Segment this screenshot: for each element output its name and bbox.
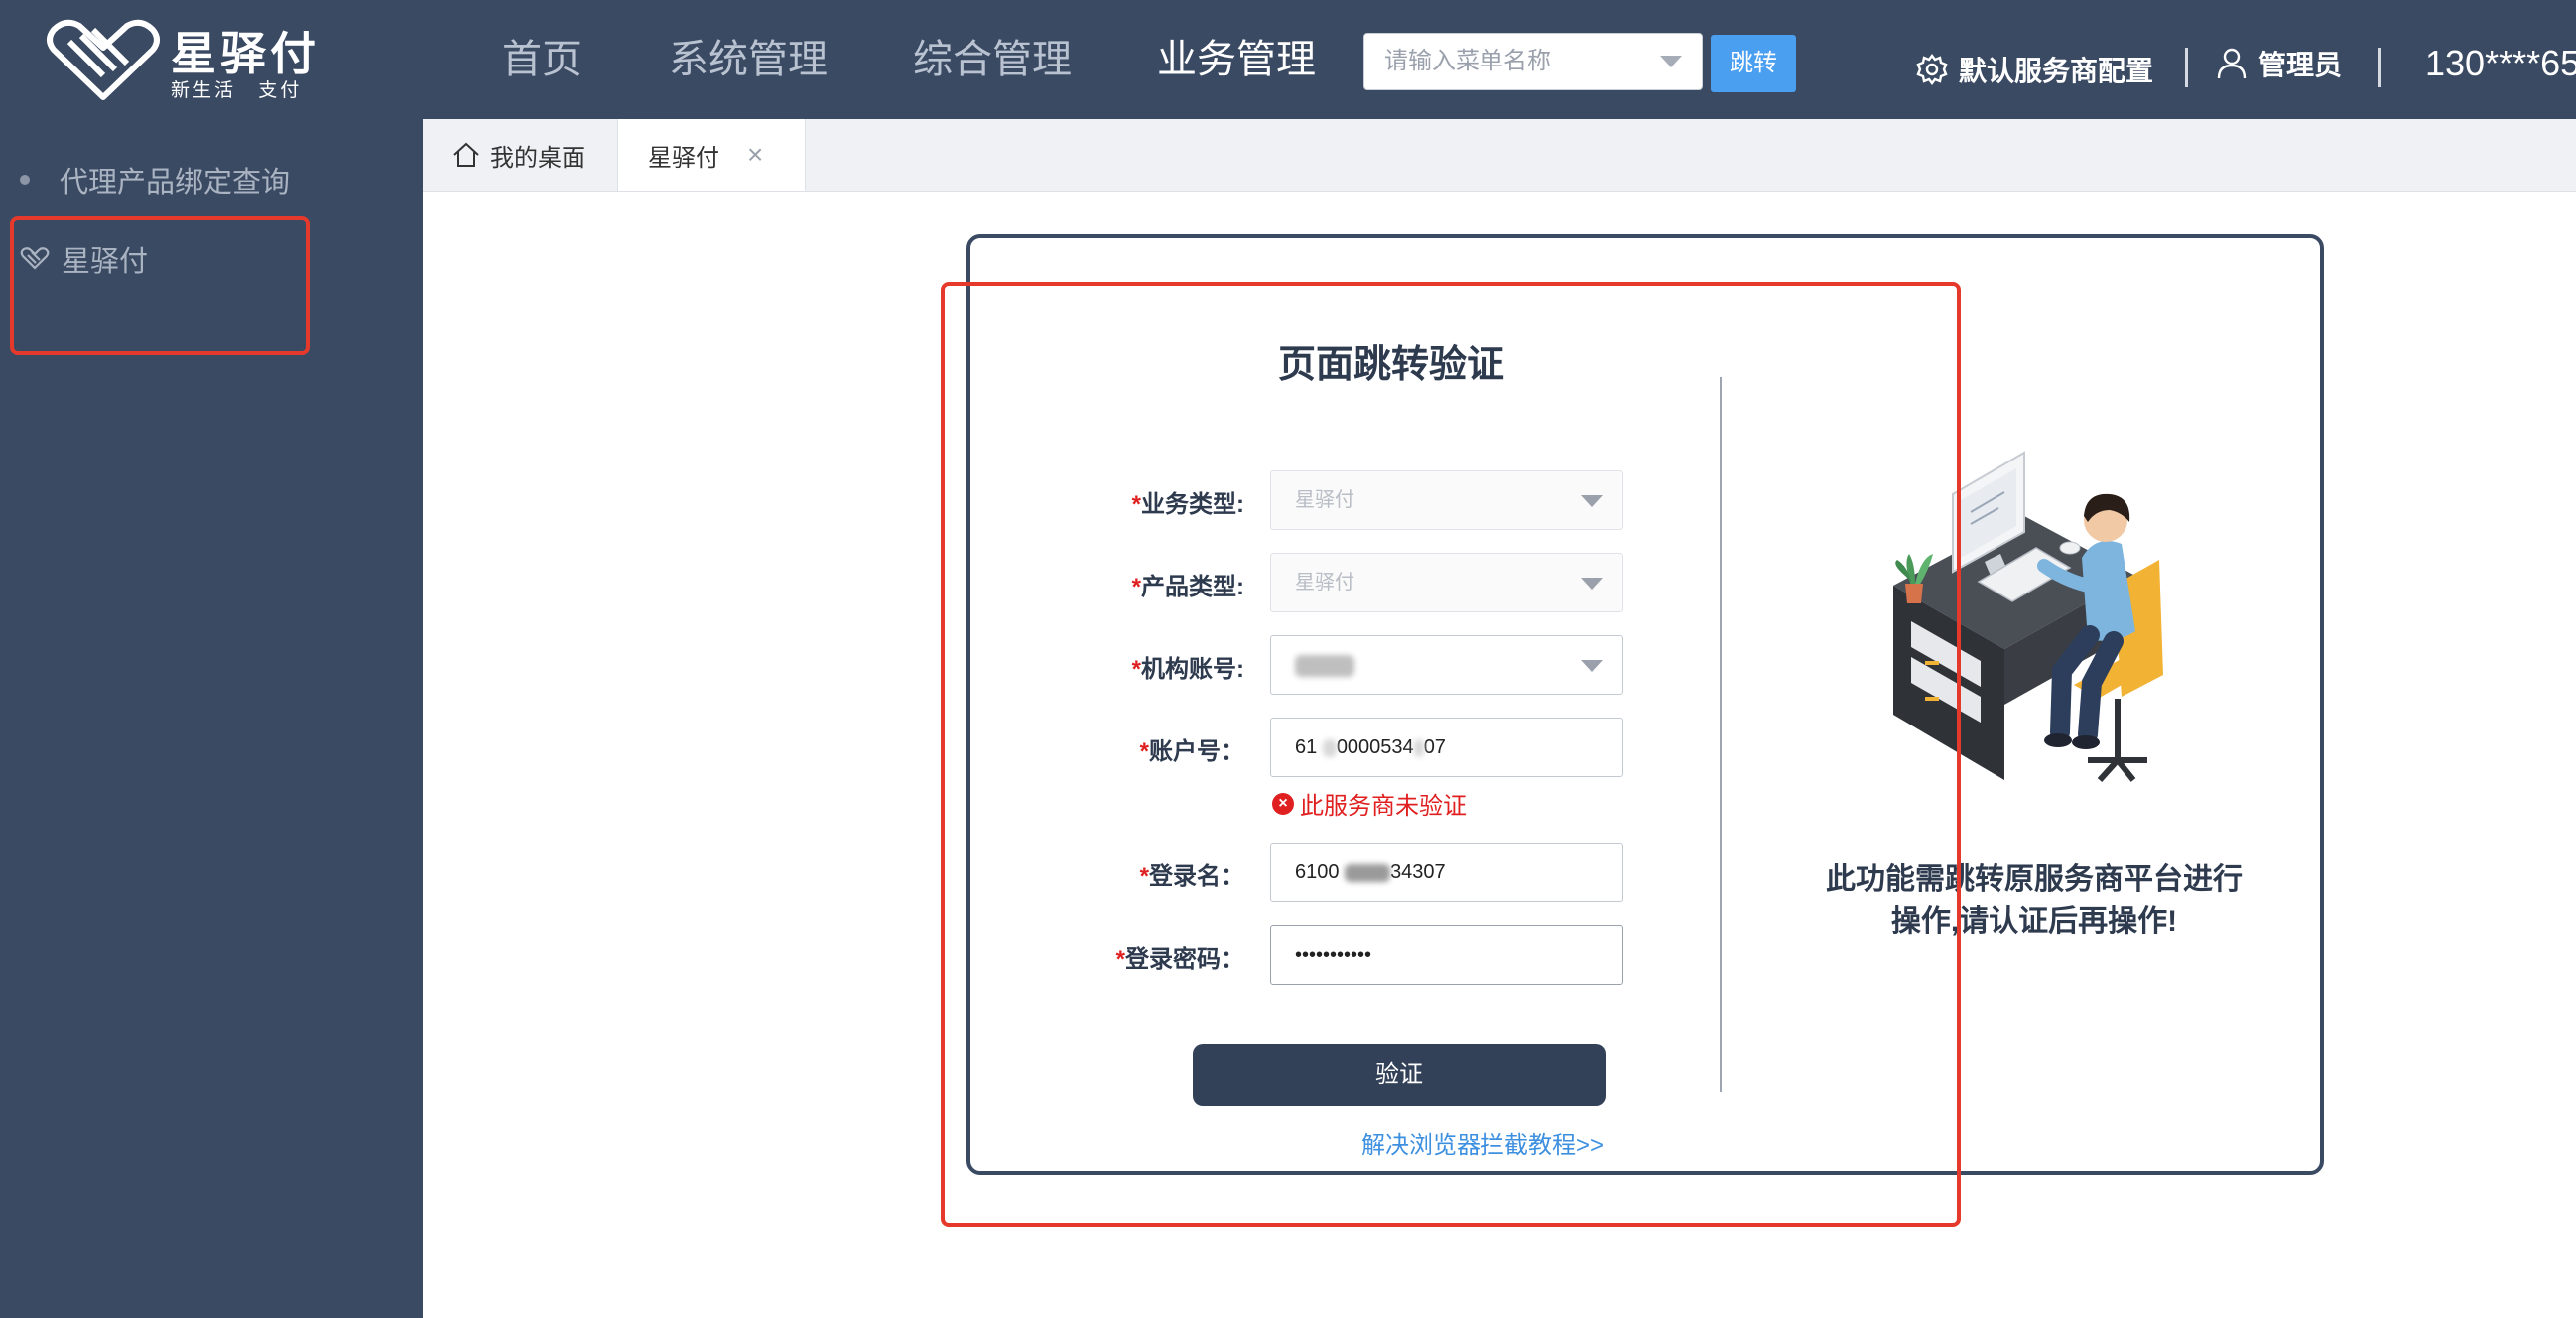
nav-system-management[interactable]: 系统管理 [669,30,828,89]
tab-xingyifu[interactable]: 星驿付 × [617,119,806,191]
tab-label: 我的桌面 [490,144,585,172]
highlight-annotation-sidebar [10,216,310,355]
home-icon [453,142,479,167]
provider-config-label: 默认服务商配置 [1959,56,2154,86]
heart-logo-icon [47,19,160,100]
user-name: 管理员 [2258,50,2343,80]
provider-config-link[interactable]: 默认服务商配置 [1915,44,2153,95]
menu-search-placeholder: 请输入菜单名称 [1384,48,1551,74]
jump-button[interactable]: 跳转 [1711,35,1796,92]
nav-business-management[interactable]: 业务管理 [1157,30,1316,89]
nav-general-management[interactable]: 综合管理 [913,30,1072,89]
gear-icon [1916,54,1948,85]
highlight-annotation-form [941,282,1961,1227]
brand-logo[interactable]: 星驿付 新生活 支付 [44,14,322,103]
sidebar-item-label: 代理产品绑定查询 [60,167,291,198]
nav-home[interactable]: 首页 [502,30,581,89]
tab-my-desktop[interactable]: 我的桌面 [452,119,641,191]
sidebar-item-agent-product-binding[interactable]: 代理产品绑定查询 [20,155,290,204]
header-divider [2185,48,2188,87]
user-phone: 130****65 [2425,43,2576,83]
top-bar: 星驿付 新生活 支付 首页 系统管理 综合管理 业务管理 请输入菜单名称 跳转 … [0,0,2576,119]
user-menu[interactable]: 管理员 [2217,38,2342,89]
brand-name: 星驿付 [171,28,320,79]
user-icon [2217,48,2247,79]
menu-search-select[interactable]: 请输入菜单名称 [1363,33,1703,90]
dot-icon [20,175,30,185]
slogan-right: 支付 [258,80,303,101]
chevron-down-icon [1660,56,1682,67]
tab-label: 星驿付 [648,144,719,172]
slogan-left: 新生活 [171,80,237,101]
close-icon[interactable]: × [747,139,763,171]
brand-slogan: 新生活 支付 [171,75,316,102]
tab-bar: 我的桌面 星驿付 × [423,119,2576,192]
header-divider [2378,48,2381,87]
